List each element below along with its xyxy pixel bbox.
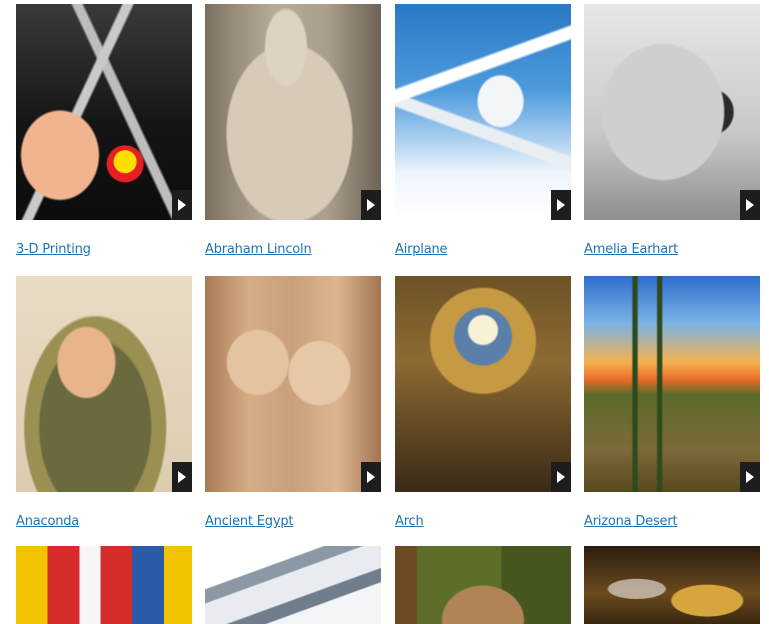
- play-button[interactable]: [740, 462, 760, 492]
- play-button[interactable]: [172, 190, 192, 220]
- gallery-link[interactable]: Abraham Lincoln: [205, 242, 312, 257]
- play-icon: [367, 199, 375, 211]
- gallery-card-airplane: Airplane: [395, 4, 571, 257]
- play-icon: [557, 471, 565, 483]
- gallery-link[interactable]: Ancient Egypt: [205, 514, 293, 529]
- play-icon: [178, 471, 186, 483]
- thumbnail-airplane[interactable]: [395, 4, 571, 220]
- gallery-card-race-cars: [16, 546, 192, 624]
- play-button[interactable]: [172, 462, 192, 492]
- play-icon: [746, 199, 754, 211]
- video-gallery-grid: 3-D Printing Abraham Lincoln Airplane Am…: [0, 0, 769, 624]
- thumbnail-mountains[interactable]: [205, 546, 381, 624]
- play-button[interactable]: [551, 462, 571, 492]
- thumbnail-race-cars[interactable]: [16, 546, 192, 624]
- gallery-card-amelia-earhart: Amelia Earhart: [584, 4, 760, 257]
- gallery-card-mountains: [205, 546, 381, 624]
- gallery-card-arch: Arch: [395, 276, 571, 529]
- gallery-card-bear: [395, 546, 571, 624]
- gallery-card-ancient-egypt: Ancient Egypt: [205, 276, 381, 529]
- gallery-card-3d-printing: 3-D Printing: [16, 4, 192, 257]
- thumbnail-bee[interactable]: [584, 546, 760, 624]
- gallery-link[interactable]: Amelia Earhart: [584, 242, 678, 257]
- play-icon: [557, 199, 565, 211]
- gallery-link[interactable]: Airplane: [395, 242, 448, 257]
- play-icon: [367, 471, 375, 483]
- thumbnail-ancient-egypt[interactable]: [205, 276, 381, 492]
- thumbnail-3d-printing[interactable]: [16, 4, 192, 220]
- gallery-card-arizona-desert: Arizona Desert: [584, 276, 760, 529]
- gallery-link[interactable]: Arizona Desert: [584, 514, 678, 529]
- thumbnail-abraham-lincoln[interactable]: [205, 4, 381, 220]
- play-button[interactable]: [361, 462, 381, 492]
- gallery-card-anaconda: Anaconda: [16, 276, 192, 529]
- gallery-link[interactable]: 3-D Printing: [16, 242, 91, 257]
- gallery-card-bee: [584, 546, 760, 624]
- play-button[interactable]: [740, 190, 760, 220]
- thumbnail-anaconda[interactable]: [16, 276, 192, 492]
- play-icon: [178, 199, 186, 211]
- play-icon: [746, 471, 754, 483]
- play-button[interactable]: [551, 190, 571, 220]
- play-button[interactable]: [361, 190, 381, 220]
- thumbnail-amelia-earhart[interactable]: [584, 4, 760, 220]
- gallery-link[interactable]: Arch: [395, 514, 424, 529]
- thumbnail-bear[interactable]: [395, 546, 571, 624]
- thumbnail-arizona-desert[interactable]: [584, 276, 760, 492]
- thumbnail-arch[interactable]: [395, 276, 571, 492]
- gallery-link[interactable]: Anaconda: [16, 514, 79, 529]
- gallery-card-abraham-lincoln: Abraham Lincoln: [205, 4, 381, 257]
